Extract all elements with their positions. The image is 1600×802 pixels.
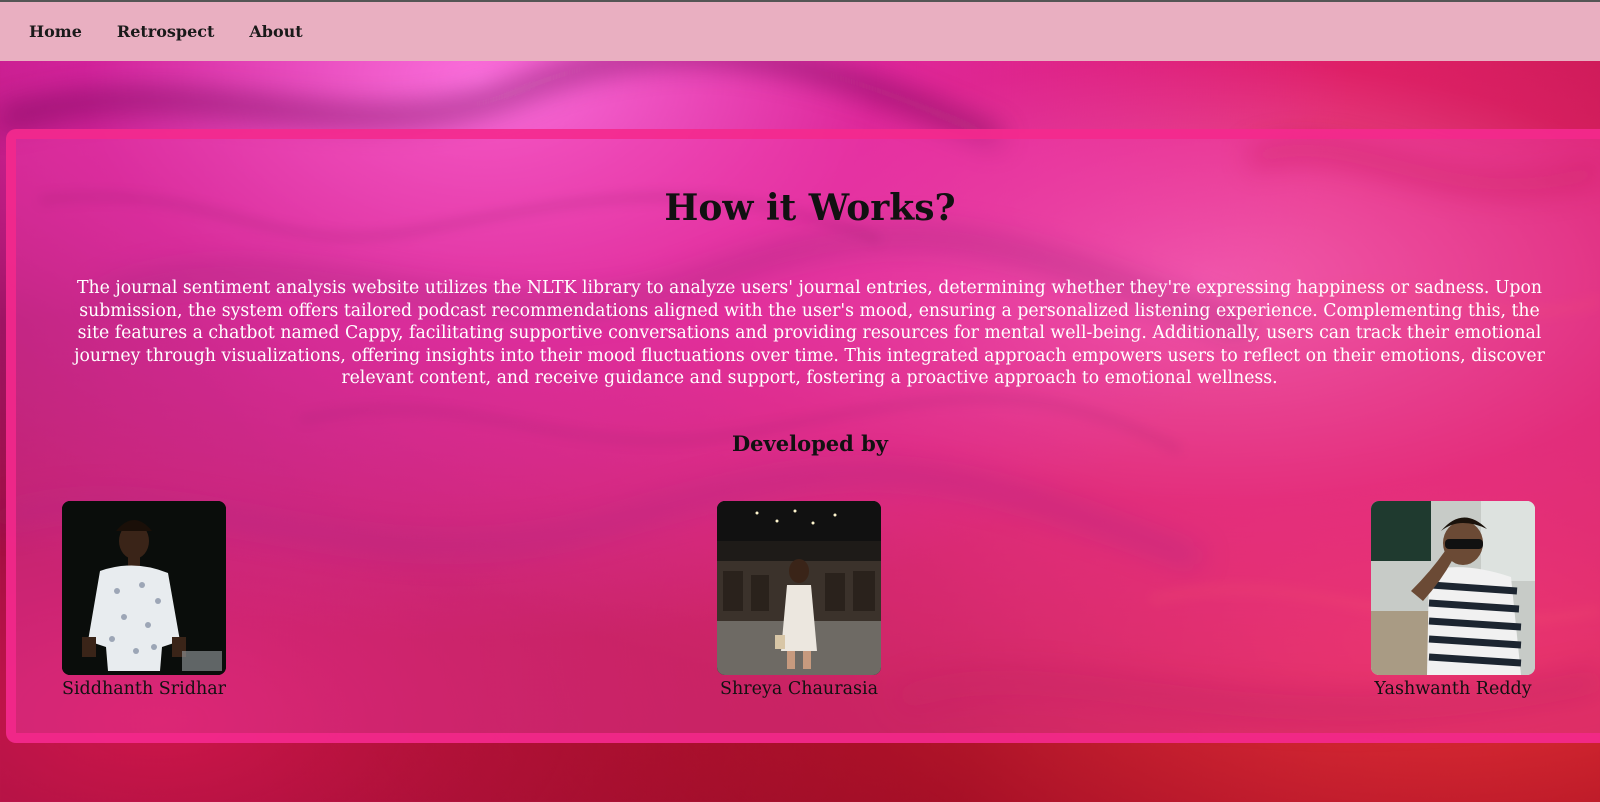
nav-home-link[interactable]: Home	[29, 22, 82, 41]
developer-name: Siddhanth Sridhar	[61, 679, 227, 699]
developer-card: Yashwanth Reddy	[1353, 501, 1553, 699]
developer-photo	[717, 501, 881, 675]
developer-name: Yashwanth Reddy	[1374, 679, 1532, 699]
developer-name: Shreya Chaurasia	[719, 679, 879, 699]
top-navbar: Home Retrospect About	[0, 0, 1600, 61]
developers-heading: Developed by	[731, 431, 889, 456]
description-text: The journal sentiment analysis website u…	[74, 278, 1545, 389]
how-it-works-panel: How it Works? The journal sentiment anal…	[6, 129, 1600, 743]
developer-photo	[62, 501, 226, 675]
developer-card: Shreya Chaurasia	[699, 501, 899, 699]
page-title: How it Works?	[664, 187, 956, 229]
nav-about-link[interactable]: About	[249, 22, 302, 41]
developer-card: Siddhanth Sridhar	[44, 501, 244, 699]
developer-photo	[1371, 501, 1535, 675]
nav-retrospect-link[interactable]: Retrospect	[117, 22, 214, 41]
